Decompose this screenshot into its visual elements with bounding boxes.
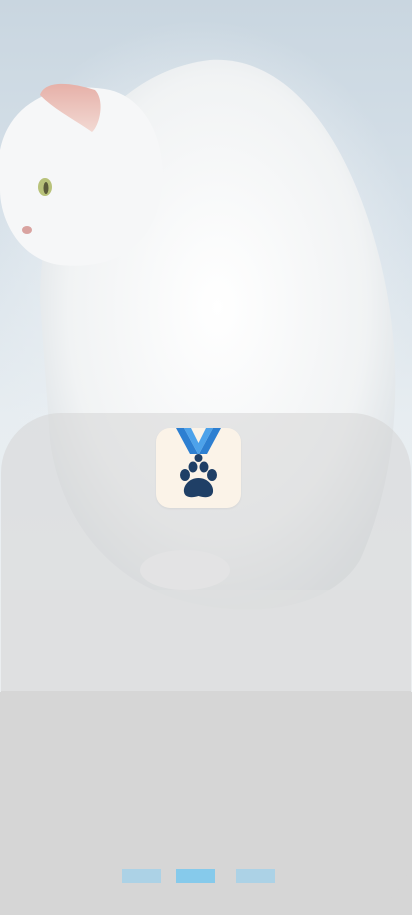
page-indicator-dot-1[interactable] [122, 869, 161, 883]
page-indicator [122, 869, 282, 883]
page-indicator-dot-3[interactable] [236, 869, 275, 883]
page-indicator-dot-2-active[interactable] [176, 869, 215, 883]
onboarding-screen [0, 0, 412, 915]
paw-medal-icon [156, 428, 241, 508]
